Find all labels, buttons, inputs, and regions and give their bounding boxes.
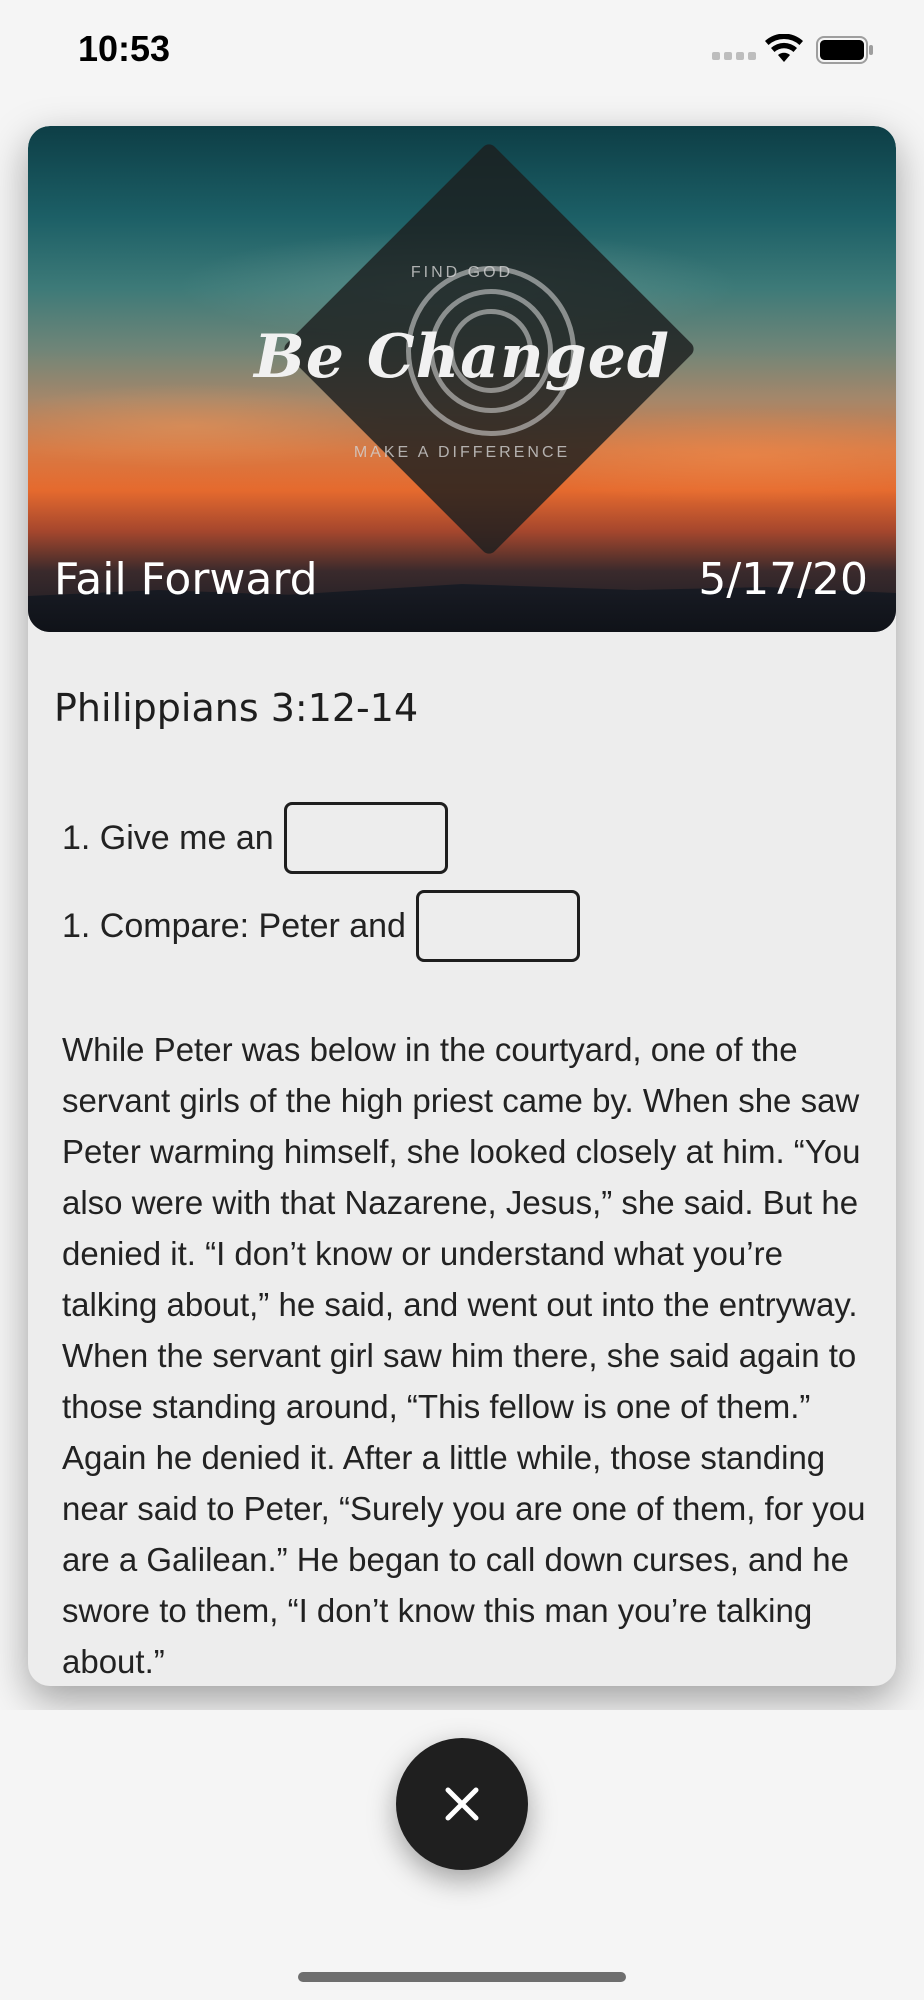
logo-top-text: FIND GOD xyxy=(410,264,514,281)
scripture-passage: While Peter was below in the courtyard, … xyxy=(62,1031,866,1680)
status-bar: 10:53 xyxy=(0,0,924,100)
sermon-title: Fail Forward xyxy=(54,554,318,605)
cellular-signal-icon xyxy=(712,52,756,60)
battery-icon xyxy=(816,36,873,64)
fill-in-blank-label: 1. Give me an xyxy=(62,818,274,857)
fill-in-blank-row: 1. Compare: Peter and xyxy=(62,890,580,962)
close-button[interactable] xyxy=(396,1738,528,1870)
fill-in-blank-row: 1. Give me an xyxy=(62,802,448,874)
sermon-card: FIND GOD Be Changed MAKE A DIFFERENCE Fa… xyxy=(28,126,896,1686)
logo-bottom-text: MAKE A DIFFERENCE xyxy=(353,444,571,461)
scripture-reference: Philippians 3:12-14 xyxy=(54,686,419,730)
fill-in-blank-label: 1. Compare: Peter and xyxy=(62,906,406,945)
wifi-icon xyxy=(765,34,803,62)
series-logo-title: Be Changed xyxy=(254,322,670,392)
home-indicator[interactable] xyxy=(298,1972,626,1982)
sermon-date: 5/17/20 xyxy=(698,554,868,605)
close-icon xyxy=(445,1787,479,1821)
screen: 10:53 FIND GOD Be Changed MAKE A DIFFERE… xyxy=(0,0,924,2000)
fill-in-blank-input[interactable] xyxy=(283,802,448,874)
status-time: 10:53 xyxy=(78,28,171,69)
fill-in-blank-input[interactable] xyxy=(415,890,580,962)
sermon-banner: FIND GOD Be Changed MAKE A DIFFERENCE Fa… xyxy=(28,126,896,632)
